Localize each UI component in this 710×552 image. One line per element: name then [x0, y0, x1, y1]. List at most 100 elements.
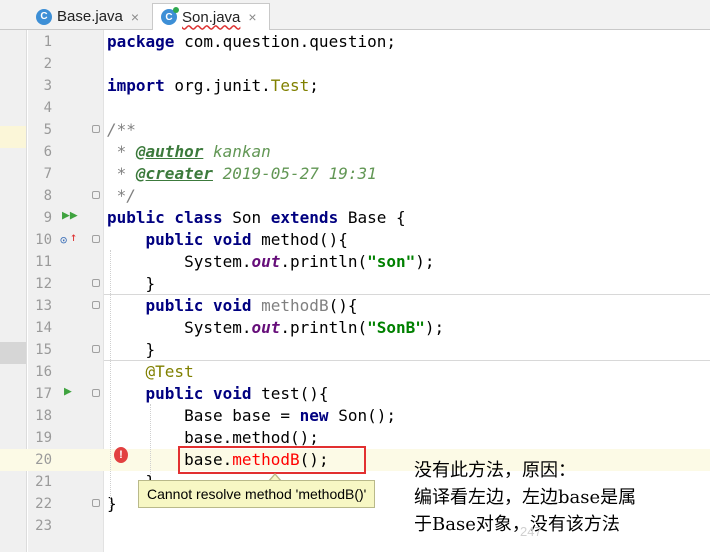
indent-guide — [110, 250, 111, 510]
code-text: } — [107, 493, 117, 515]
fold-marker[interactable] — [92, 301, 100, 309]
code-token: Son — [222, 208, 271, 227]
code-token: } — [107, 274, 156, 293]
code-line[interactable]: 4 — [0, 97, 710, 119]
code-token: method(){ — [251, 230, 348, 249]
run-test-icon[interactable]: ▶ — [64, 384, 72, 399]
code-text: public void test(){ — [107, 383, 329, 405]
code-line[interactable]: 3 import org.junit.Test; — [0, 75, 710, 97]
code-line[interactable]: 9 public class Son extends Base { — [0, 207, 710, 229]
code-text: * @author kankan — [107, 141, 271, 163]
code-token: out — [251, 318, 281, 337]
code-token: */ — [107, 186, 136, 205]
tab-son-java[interactable]: C Son.java × — [152, 3, 270, 30]
fold-marker[interactable] — [92, 125, 100, 133]
code-token: } — [107, 494, 117, 513]
line-number: 20 — [35, 452, 52, 468]
code-line[interactable]: 10 public void method(){ — [0, 229, 710, 251]
code-token: kankan — [203, 142, 271, 161]
code-token: public void — [145, 230, 252, 249]
code-text: System.out.println("SonB"); — [107, 317, 444, 339]
code-token: public class — [107, 208, 223, 227]
line-number: 16 — [35, 364, 52, 380]
line-number: 8 — [43, 188, 52, 204]
code-line[interactable]: 1 package com.question.question; — [0, 31, 710, 53]
editor-tab-bar: C Base.java × C Son.java × — [0, 0, 710, 30]
code-token: @Test — [145, 362, 194, 381]
code-token: out — [251, 252, 281, 271]
code-token: @creater — [135, 164, 213, 183]
annotation-line-3: 于Base对象，没有该方法 — [414, 514, 620, 535]
code-text: public void methodB(){ — [107, 295, 358, 317]
code-token: .println( — [280, 252, 368, 271]
line-number: 2 — [43, 56, 52, 72]
code-token: @author — [135, 142, 204, 161]
run-class-icon[interactable]: ▶▶ — [62, 208, 78, 223]
code-text: } — [107, 273, 156, 295]
code-line[interactable]: 7 * @creater 2019-05-27 19:31 — [0, 163, 710, 185]
line-number: 7 — [43, 166, 52, 182]
code-token: public void — [145, 384, 252, 403]
code-line[interactable]: 16 @Test — [0, 361, 710, 383]
class-icon: C — [36, 8, 52, 25]
code-line[interactable]: 2 — [0, 53, 710, 75]
code-line[interactable]: 5 /** — [0, 119, 710, 141]
fold-marker[interactable] — [92, 235, 100, 243]
code-token: .println( — [280, 318, 368, 337]
code-token: * — [107, 142, 136, 161]
code-line[interactable]: 11 System.out.println("son"); — [0, 251, 710, 273]
method-separator — [104, 294, 710, 295]
code-token: test(){ — [251, 384, 329, 403]
error-bulb-icon[interactable]: ! — [114, 447, 128, 463]
watermark: 247 — [520, 524, 542, 539]
code-line[interactable]: 6 * @author kankan — [0, 141, 710, 163]
code-token: } — [107, 340, 156, 359]
fold-marker[interactable] — [92, 499, 100, 507]
fold-marker[interactable] — [92, 389, 100, 397]
close-icon[interactable]: × — [248, 9, 256, 25]
code-token: ); — [415, 252, 435, 271]
error-tooltip: Cannot resolve method 'methodB()' — [138, 480, 376, 508]
code-line[interactable]: 14 System.out.println("SonB"); — [0, 317, 710, 339]
fold-marker[interactable] — [92, 345, 100, 353]
override-arrow-icon: ↑ — [70, 230, 78, 244]
fold-marker[interactable] — [92, 191, 100, 199]
line-number: 10 — [35, 232, 52, 248]
close-icon[interactable]: × — [131, 9, 139, 25]
code-token: System. — [107, 318, 252, 337]
code-line[interactable]: 12 } — [0, 273, 710, 295]
line-number: 1 — [43, 34, 52, 50]
code-text: @Test — [107, 361, 194, 383]
code-token: base.method(); — [107, 428, 319, 447]
code-token: Base base = — [107, 406, 300, 425]
code-text: import org.junit.Test; — [107, 75, 319, 97]
code-line[interactable]: 17 public void test(){ — [0, 383, 710, 405]
code-token: Test — [270, 76, 310, 95]
code-token: org.junit. — [164, 76, 271, 95]
tab-base-java[interactable]: C Base.java × — [28, 3, 150, 30]
line-number: 22 — [35, 496, 52, 512]
code-token: new — [299, 406, 329, 425]
code-text: * @creater 2019-05-27 19:31 — [107, 163, 377, 185]
method-separator — [104, 360, 710, 361]
code-line[interactable]: 15 } — [0, 339, 710, 361]
code-token: public void — [145, 296, 252, 315]
line-number: 6 — [43, 144, 52, 160]
code-line[interactable]: 18 Base base = new Son(); — [0, 405, 710, 427]
tab-label: Base.java — [57, 8, 123, 25]
code-line[interactable]: 8 */ — [0, 185, 710, 207]
override-icon[interactable]: ⊙ — [60, 233, 67, 247]
code-line[interactable]: 13 public void methodB(){ — [0, 295, 710, 317]
line-number: 17 — [35, 386, 52, 402]
line-number: 11 — [35, 254, 52, 270]
line-number: 18 — [35, 408, 52, 424]
fold-marker[interactable] — [92, 279, 100, 287]
code-token: import — [107, 76, 165, 95]
line-number: 9 — [43, 210, 52, 226]
code-token: com.question.question; — [174, 32, 396, 51]
line-number: 14 — [35, 320, 52, 336]
line-number: 5 — [43, 122, 52, 138]
error-highlight-box — [178, 446, 366, 474]
